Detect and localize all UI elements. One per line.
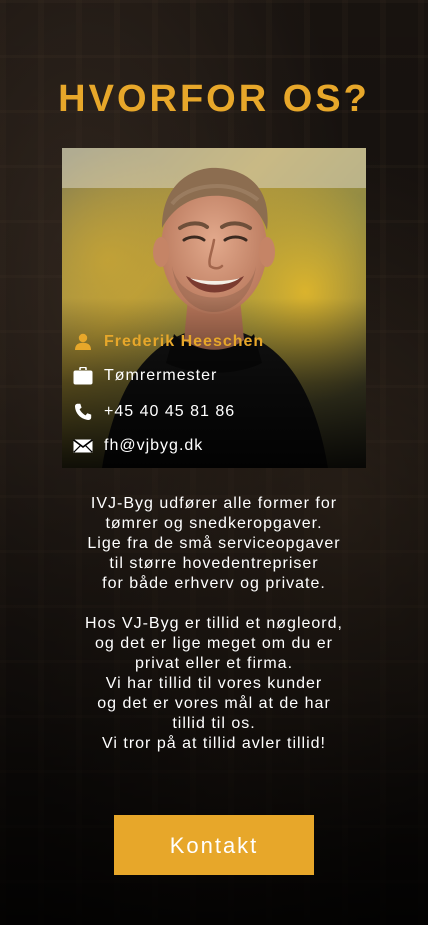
contact-card: Frederik Heeschen Tømrermester +45 40 45… — [62, 148, 366, 468]
phone-icon — [72, 401, 94, 423]
about-line: og det er lige meget om du er — [94, 635, 333, 652]
why-us-section: HVORFOR OS? Frederik Heeschen Tømrermest… — [0, 0, 428, 925]
about-line: tømrer og snedkeropgaver. — [105, 515, 323, 532]
about-line: Vi har tillid til vores kunder — [105, 675, 323, 692]
about-text: IVJ-Byg udfører alle former for tømrer o… — [0, 494, 428, 754]
envelope-icon — [72, 435, 94, 457]
about-line: Lige fra de små serviceopgaver — [87, 535, 341, 552]
about-line: tillid til os. — [172, 715, 256, 732]
contact-email[interactable]: fh@vjbyg.dk — [104, 437, 203, 455]
about-paragraph-2: Hos VJ-Byg er tillid et nøgleord, og det… — [0, 614, 428, 754]
contact-email-row[interactable]: fh@vjbyg.dk — [72, 434, 203, 458]
contact-role: Tømrermester — [104, 367, 218, 384]
contact-name-row: Frederik Heeschen — [72, 330, 264, 354]
user-icon — [72, 331, 94, 353]
contact-phone[interactable]: +45 40 45 81 86 — [104, 403, 235, 421]
page-title: HVORFOR OS? — [58, 78, 370, 121]
contact-button[interactable]: Kontakt — [114, 815, 314, 875]
contact-name: Frederik Heeschen — [104, 333, 265, 350]
briefcase-icon — [72, 365, 94, 387]
about-line: privat eller et firma. — [134, 655, 294, 672]
about-line: Hos VJ-Byg er tillid et nøgleord, — [85, 615, 343, 632]
about-line: til større hovedentrepriser — [109, 555, 319, 572]
about-line: IVJ-Byg udfører alle former for — [90, 495, 338, 512]
about-paragraph-1: IVJ-Byg udfører alle former for tømrer o… — [0, 494, 428, 594]
contact-info: Frederik Heeschen Tømrermester +45 40 45… — [62, 148, 366, 468]
contact-phone-row[interactable]: +45 40 45 81 86 — [72, 400, 235, 424]
about-line: og det er vores mål at de har — [97, 695, 331, 712]
contact-role-row: Tømrermester — [72, 364, 217, 388]
about-line: for både erhverv og private. — [102, 575, 326, 592]
about-line: Vi tror på at tillid avler tillid! — [102, 735, 326, 752]
